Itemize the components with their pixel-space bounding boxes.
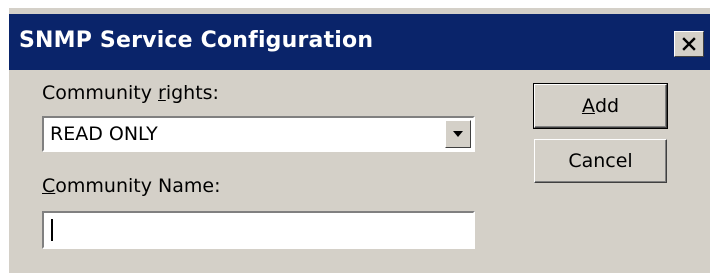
close-icon: [682, 37, 696, 51]
add-button[interactable]: Add: [533, 83, 668, 129]
close-button[interactable]: [674, 31, 704, 57]
add-accel: A: [581, 95, 595, 117]
dropdown-arrow-icon: [453, 131, 463, 137]
community-rights-select[interactable]: READ ONLY: [42, 116, 475, 152]
community-rights-label: Community rights:: [42, 82, 219, 104]
window-title: SNMP Service Configuration: [19, 28, 374, 53]
cancel-button[interactable]: Cancel: [534, 139, 667, 183]
community-rights-value: READ ONLY: [50, 123, 158, 145]
community-name-input[interactable]: [42, 211, 475, 249]
text-caret: [51, 219, 53, 241]
title-bar: SNMP Service Configuration: [9, 14, 710, 70]
community-name-label: Community Name:: [42, 175, 221, 197]
cancel-label: Cancel: [568, 150, 633, 172]
add-label: dd: [594, 95, 620, 117]
dropdown-button[interactable]: [445, 120, 471, 148]
snmp-config-dialog: SNMP Service Configuration Community rig…: [8, 8, 710, 273]
